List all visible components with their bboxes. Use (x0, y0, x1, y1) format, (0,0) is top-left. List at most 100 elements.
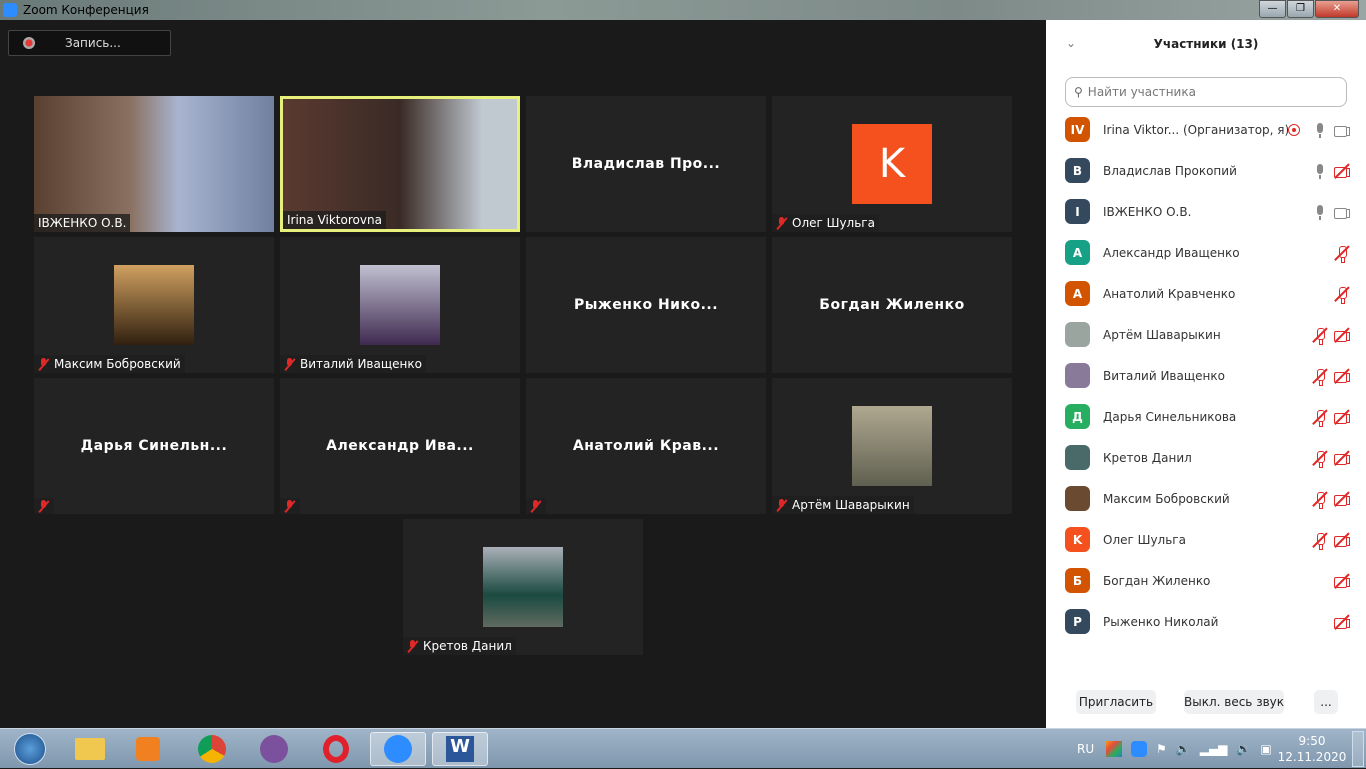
maximize-button[interactable]: ❐ (1287, 0, 1314, 18)
video-tile[interactable]: Артём Шаварыкин (772, 378, 1012, 514)
chevron-down-icon[interactable]: ⌄ (1066, 36, 1076, 50)
mic-muted-icon (38, 358, 50, 370)
microphone-muted-icon[interactable] (1312, 449, 1328, 468)
volume-icon[interactable]: 🔉 (1236, 742, 1251, 756)
camera-off-icon[interactable] (1334, 408, 1350, 425)
participant-name: Александр Иващенко (1103, 245, 1240, 260)
participant-search-input[interactable]: ⚲ Найти участника (1065, 77, 1347, 107)
participant-name: Максим Бобровский (54, 357, 181, 371)
camera-off-icon[interactable] (1334, 572, 1350, 589)
camera-icon[interactable] (1334, 204, 1350, 220)
camera-off-icon[interactable] (1334, 531, 1350, 548)
network-icon[interactable]: ▂▄▆ (1200, 742, 1228, 756)
participant-name: Дарья Синельникова (1103, 409, 1237, 424)
microphone-muted-icon[interactable] (1312, 490, 1328, 509)
chrome-icon[interactable] (184, 732, 240, 766)
participant-row[interactable]: Д Дарья Синельникова (1046, 396, 1366, 437)
microphone-muted-icon[interactable] (1312, 326, 1328, 345)
video-tile[interactable]: Владислав Про... (526, 96, 766, 232)
avatar (1065, 486, 1090, 511)
participant-row[interactable]: IV Irina Viktor... (Организатор, я) (1046, 109, 1366, 150)
taskbar: W RU ⚑ 🔈 ▂▄▆ 🔉 ▣ 9:50 12.11.2020 (0, 728, 1366, 768)
zoom-taskbar-icon[interactable] (370, 732, 426, 766)
name-label (34, 498, 54, 514)
antivirus-icon[interactable] (1106, 741, 1122, 757)
microphone-icon[interactable] (1312, 122, 1328, 138)
camera-off-icon[interactable] (1334, 490, 1350, 507)
video-tile[interactable]: K Олег Шульга (772, 96, 1012, 232)
clock-date: 12.11.2020 (1277, 750, 1347, 764)
avatar: K (1065, 527, 1090, 552)
participant-row[interactable]: А Александр Иващенко (1046, 232, 1366, 273)
participant-row[interactable]: K Олег Шульга (1046, 519, 1366, 560)
word-icon[interactable]: W (432, 732, 488, 766)
camera-off-icon[interactable] (1334, 449, 1350, 466)
microphone-muted-icon[interactable] (1312, 531, 1328, 550)
profile-picture (483, 547, 563, 627)
participant-row[interactable]: Б Богдан Жиленко (1046, 560, 1366, 601)
mic-muted-icon (284, 358, 296, 370)
participant-row[interactable]: Виталий Иващенко (1046, 355, 1366, 396)
recording-indicator[interactable]: Запись... (8, 30, 171, 56)
media-player-icon[interactable] (120, 732, 176, 766)
language-indicator[interactable]: RU (1077, 729, 1094, 769)
video-tile[interactable]: Рыженко Нико... (526, 237, 766, 373)
speaker-alert-icon[interactable]: 🔈 (1176, 742, 1191, 756)
camera-off-icon[interactable] (1334, 613, 1350, 630)
microphone-icon[interactable] (1312, 163, 1328, 179)
name-label: Кретов Данил (403, 637, 516, 655)
minimize-button[interactable]: — (1259, 0, 1286, 18)
invite-button[interactable]: Пригласить (1076, 690, 1156, 714)
participant-row[interactable]: А Анатолий Кравченко (1046, 273, 1366, 314)
video-tile[interactable]: Александр Ива... (280, 378, 520, 514)
mute-all-button[interactable]: Выкл. весь звук (1184, 690, 1284, 714)
video-tile[interactable]: Богдан Жиленко (772, 237, 1012, 373)
video-tile[interactable]: Irina Viktorovna (280, 96, 520, 232)
participant-name: Александр Ива... (326, 438, 474, 454)
camera-off-icon[interactable] (1334, 326, 1350, 343)
participant-name: Дарья Синельн... (80, 438, 228, 454)
participant-name: ІВЖЕНКО О.В. (38, 216, 127, 230)
name-label: ІВЖЕНКО О.В. (34, 214, 131, 232)
video-tile[interactable]: Анатолий Крав... (526, 378, 766, 514)
microphone-muted-icon[interactable] (1312, 408, 1328, 427)
video-tile[interactable]: Кретов Данил (403, 519, 643, 655)
participant-row[interactable]: Максим Бобровский (1046, 478, 1366, 519)
power-icon[interactable]: ▣ (1260, 742, 1271, 756)
microphone-muted-icon[interactable] (1312, 367, 1328, 386)
show-desktop-button[interactable] (1352, 731, 1364, 767)
participant-row[interactable]: I ІВЖЕНКО О.В. (1046, 191, 1366, 232)
more-button[interactable]: ... (1314, 690, 1338, 714)
video-tile[interactable]: ІВЖЕНКО О.В. (34, 96, 274, 232)
close-button[interactable]: ✕ (1315, 0, 1359, 18)
participant-name: Irina Viktorovna (287, 213, 382, 227)
participant-row[interactable]: Кретов Данил (1046, 437, 1366, 478)
opera-icon[interactable] (308, 732, 364, 766)
clock[interactable]: 9:50 12.11.2020 (1278, 729, 1347, 769)
camera-off-icon[interactable] (1334, 162, 1350, 179)
zoom-tray-icon[interactable] (1131, 741, 1147, 757)
microphone-muted-icon[interactable] (1334, 244, 1350, 263)
video-tile[interactable]: Максим Бобровский (34, 237, 274, 373)
participant-name: Владислав Прокопий (1103, 163, 1237, 178)
camera-off-icon[interactable] (1334, 367, 1350, 384)
viber-icon[interactable] (246, 732, 302, 766)
explorer-icon[interactable] (62, 732, 118, 766)
name-label (526, 498, 546, 514)
mic-muted-icon (776, 499, 788, 511)
participant-row[interactable]: P Рыженко Николай (1046, 601, 1366, 642)
participant-name: Анатолий Кравченко (1103, 286, 1236, 301)
camera-icon[interactable] (1334, 122, 1350, 138)
microphone-icon[interactable] (1312, 204, 1328, 220)
participant-name: Рыженко Нико... (573, 297, 719, 313)
video-tile[interactable]: Дарья Синельн... (34, 378, 274, 514)
avatar (1065, 445, 1090, 470)
flag-icon[interactable]: ⚑ (1156, 742, 1167, 756)
participant-row[interactable]: Артём Шаварыкин (1046, 314, 1366, 355)
video-tile[interactable]: Виталий Иващенко (280, 237, 520, 373)
mic-muted-icon (530, 500, 542, 512)
microphone-muted-icon[interactable] (1334, 285, 1350, 304)
participant-row[interactable]: B Владислав Прокопий (1046, 150, 1366, 191)
start-button[interactable] (2, 732, 58, 766)
participant-name: Артём Шаварыкин (792, 498, 910, 512)
